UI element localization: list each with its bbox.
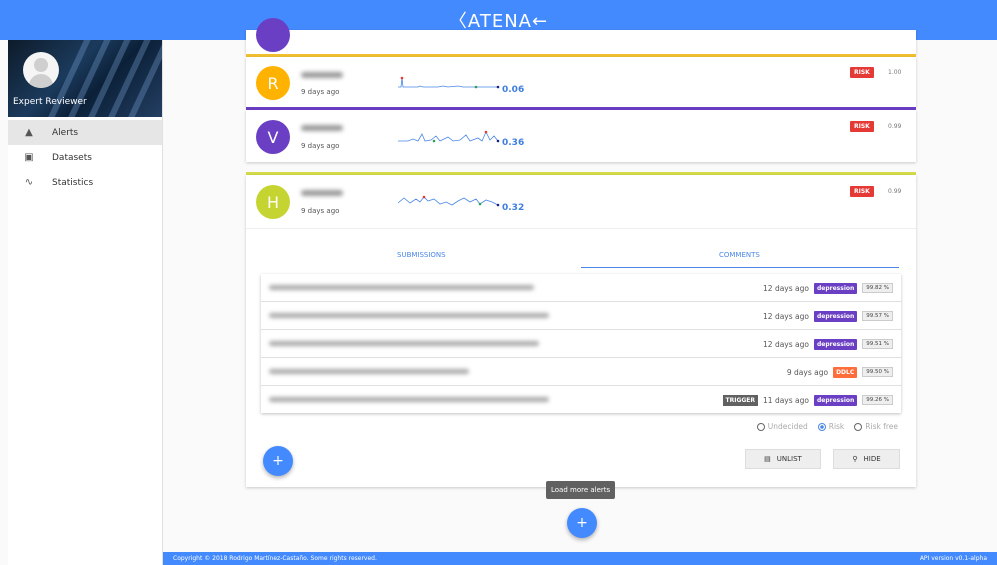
sparkline [398, 195, 500, 207]
decision-radio-group: Undecided Risk Risk free [756, 422, 898, 431]
avatar[interactable] [23, 52, 59, 88]
comment-time: 11 days ago [763, 395, 809, 405]
alert-score: 0.32 [502, 203, 525, 213]
risk-badge: RISK [850, 186, 874, 197]
profile-header: Expert Reviewer [8, 40, 162, 117]
trend-icon: ∿ [24, 177, 34, 188]
unlist-icon: ▤ [764, 455, 771, 463]
unlist-button[interactable]: ▤ UNLIST [745, 449, 821, 469]
alert-score: 0.36 [502, 138, 525, 148]
sidebar-item-label: Statistics [52, 177, 94, 188]
warning-icon: ▲ [25, 127, 33, 138]
main-content: R 9 days ago 0.06 RISK 1.00 V 9 days ago… [163, 18, 997, 552]
sparkline [398, 76, 500, 89]
radio-icon [854, 422, 863, 431]
alert-card-partial[interactable] [246, 18, 916, 55]
list-item[interactable]: 12 days ago depression 99.51 % [261, 330, 901, 358]
tab-comments[interactable]: COMMENTS [719, 251, 760, 259]
tab-submissions[interactable]: SUBMISSIONS [397, 251, 446, 259]
probability: 99.50 % [862, 367, 893, 377]
sidebar-item-label: Alerts [52, 127, 79, 138]
radio-icon [756, 422, 765, 431]
tag-badge: depression [813, 338, 858, 350]
sidebar-item-datasets[interactable]: ▣ Datasets [8, 145, 162, 170]
comment-time: 12 days ago [763, 339, 809, 349]
probability: 99.82 % [862, 283, 893, 293]
risk-badge: RISK [850, 67, 874, 78]
confidence: 0.99 [888, 123, 902, 130]
dataset-icon: ▣ [24, 152, 34, 163]
radio-checked-icon [817, 422, 826, 431]
list-item[interactable]: 12 days ago depression 99.82 % [261, 274, 901, 302]
eye-off-icon: ⚲ [852, 455, 858, 463]
alert-time: 9 days ago [301, 142, 340, 150]
alert-card-expanded[interactable]: H 9 days ago 0.32 RISK 0.99 SUBMISSIONS … [246, 175, 916, 487]
risk-badge: RISK [850, 121, 874, 132]
comment-time: 9 days ago [786, 367, 829, 377]
avatar: V [256, 120, 290, 154]
radio-undecided[interactable]: Undecided [756, 422, 808, 431]
confidence: 0.99 [888, 188, 902, 195]
sidebar-item-label: Datasets [52, 152, 92, 163]
probability: 99.26 % [862, 395, 893, 405]
list-item[interactable]: 9 days ago DDLC 99.50 % [261, 358, 901, 386]
trigger-badge: TRIGGER [722, 394, 759, 406]
alert-time: 9 days ago [301, 88, 340, 96]
sparkline [398, 130, 500, 143]
alert-card[interactable]: R 9 days ago 0.06 RISK 1.00 [246, 57, 916, 107]
api-version: API version v0.1-alpha [919, 555, 987, 562]
alert-card[interactable]: V 9 days ago 0.36 RISK 0.99 [246, 110, 916, 162]
add-button[interactable]: + [263, 446, 293, 476]
probability: 99.57 % [862, 311, 893, 321]
list-item[interactable]: TRIGGER 11 days ago depression 99.26 % [261, 386, 901, 414]
probability: 99.51 % [862, 339, 893, 349]
alert-score: 0.06 [502, 85, 525, 95]
tag-badge: depression [813, 394, 858, 406]
tag-badge: depression [813, 282, 858, 294]
tab-indicator [581, 267, 899, 268]
sidebar-item-statistics[interactable]: ∿ Statistics [8, 170, 162, 195]
load-more-button[interactable]: + [567, 508, 597, 538]
radio-risk-free[interactable]: Risk free [854, 422, 898, 431]
sidebar: Expert Reviewer ▲ Alerts ▣ Datasets ∿ St… [8, 40, 163, 565]
tag-badge: DDLC [833, 366, 858, 378]
alert-time: 9 days ago [301, 207, 340, 215]
avatar: H [256, 185, 290, 219]
sidebar-item-alerts[interactable]: ▲ Alerts [8, 120, 162, 145]
tooltip: Load more alerts [546, 481, 616, 499]
profile-name: Expert Reviewer [13, 97, 87, 107]
footer: Copyright © 2018 Rodrigo Martínez-Castañ… [163, 552, 997, 565]
radio-risk[interactable]: Risk [817, 422, 844, 431]
avatar: R [256, 66, 290, 100]
comment-time: 12 days ago [763, 283, 809, 293]
tag-badge: depression [813, 310, 858, 322]
copyright: Copyright © 2018 Rodrigo Martínez-Castañ… [173, 555, 377, 562]
confidence: 1.00 [888, 69, 902, 76]
list-item[interactable]: 12 days ago depression 99.57 % [261, 302, 901, 330]
comments-list: 12 days ago depression 99.82 % 12 days a… [261, 274, 901, 413]
comment-time: 12 days ago [763, 311, 809, 321]
hide-button[interactable]: ⚲ HIDE [833, 449, 900, 469]
